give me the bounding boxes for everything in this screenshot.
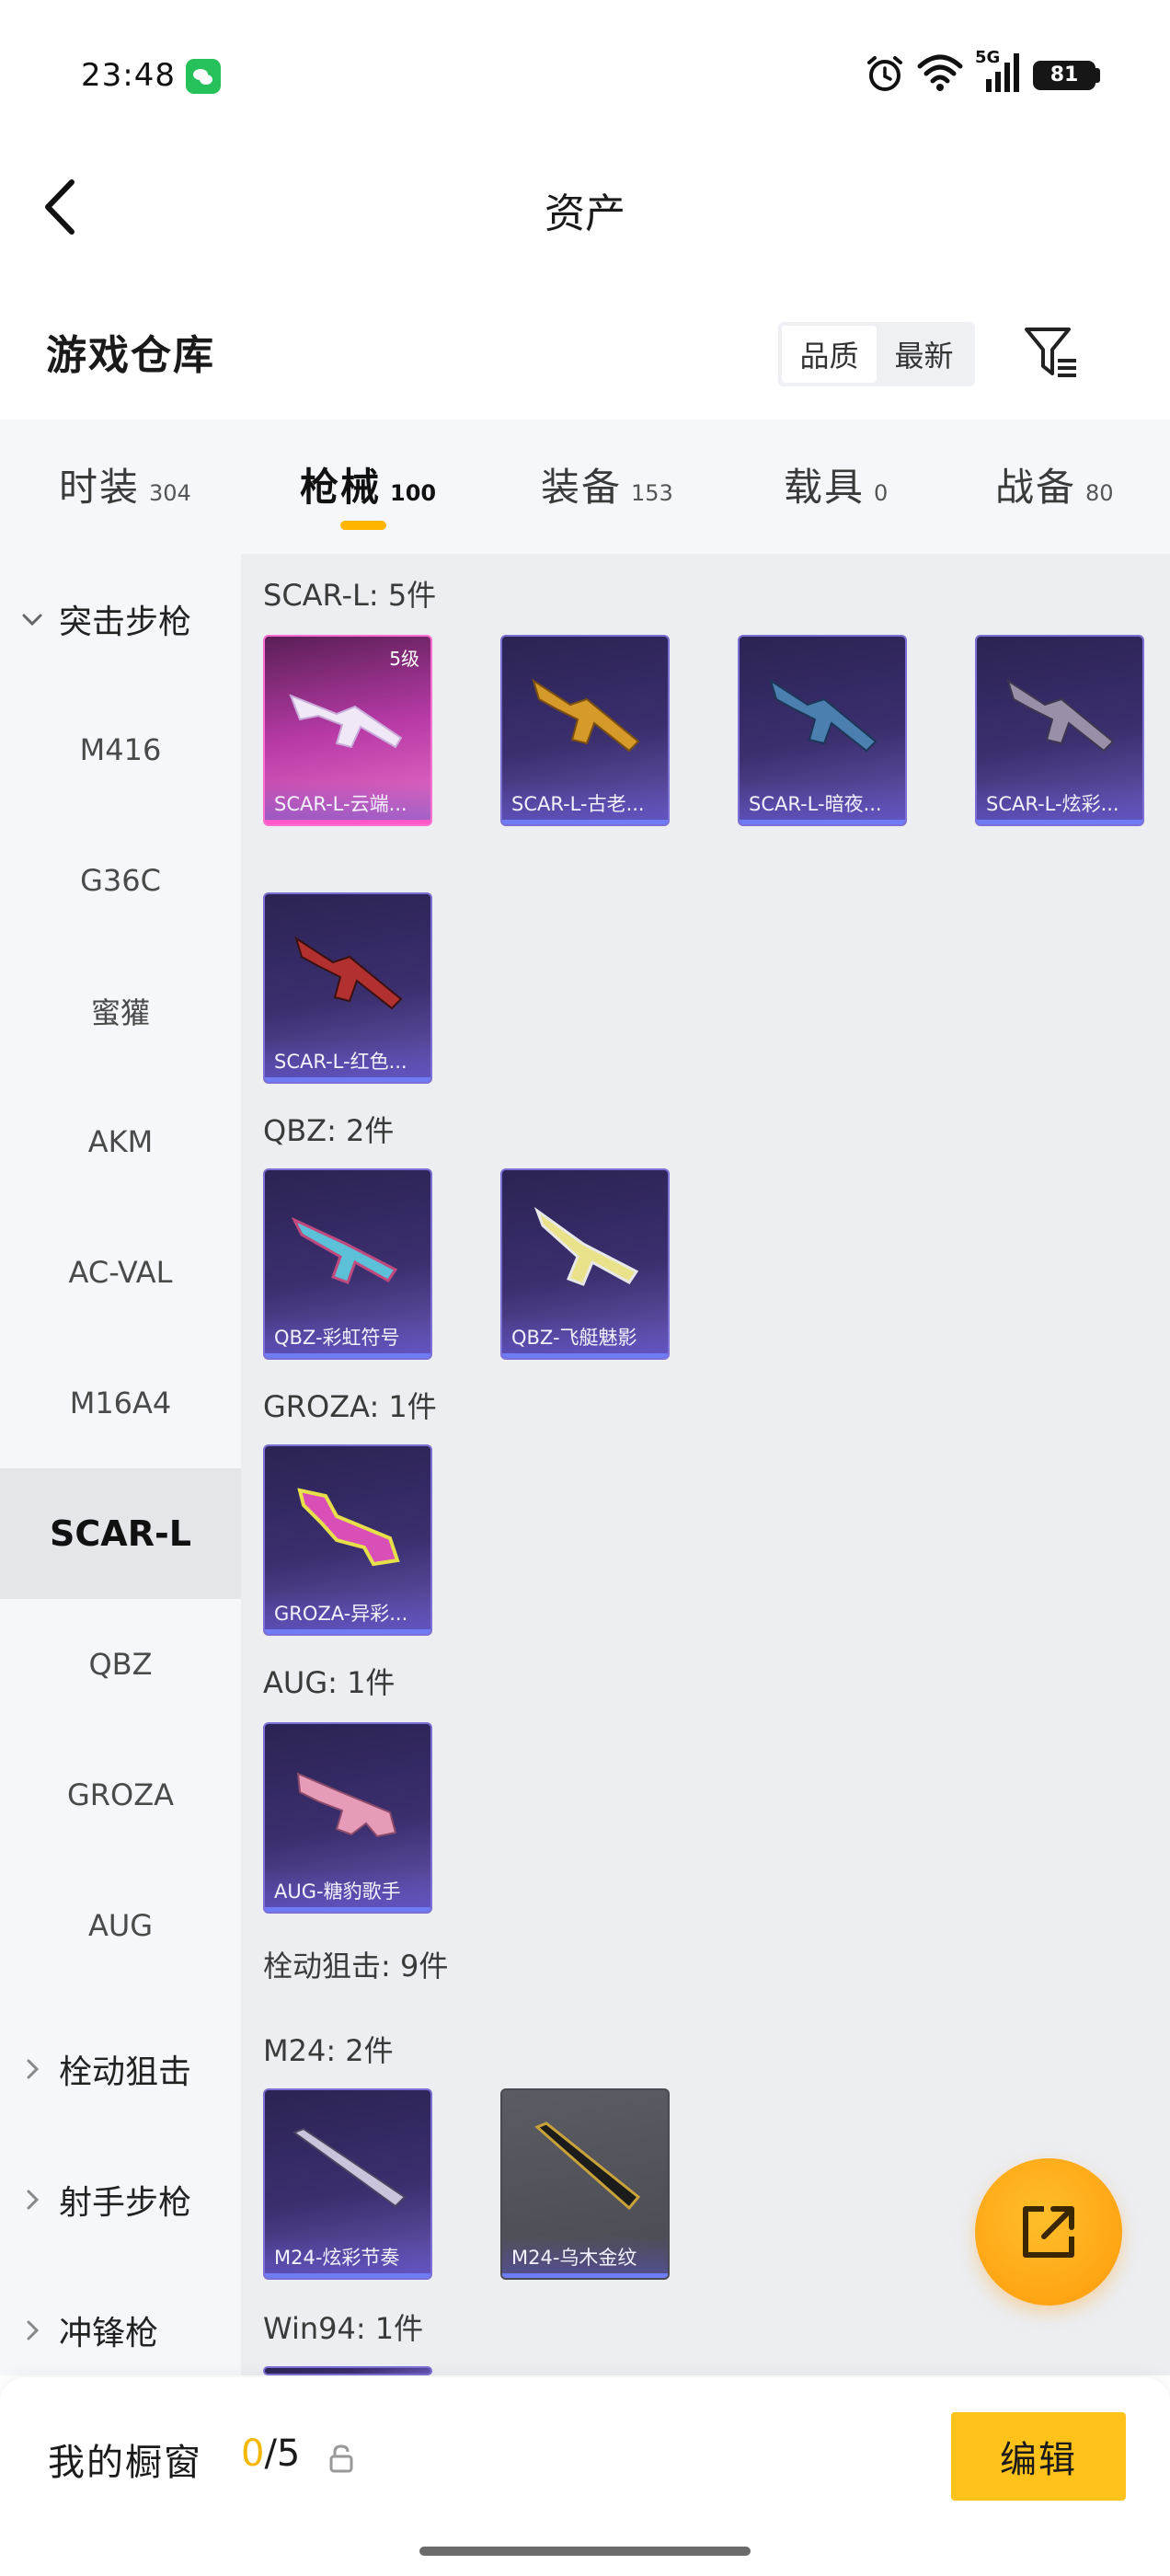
chevron-right-icon — [27, 2059, 40, 2079]
home-indicator — [419, 2547, 751, 2556]
sidebar-group-bolt-action-sniper[interactable]: 栓动狙击 — [0, 2004, 241, 2134]
weapon-card[interactable]: SCAR-L-炫彩... — [975, 635, 1144, 826]
wechat-notification-icon — [186, 59, 221, 94]
section-label-aug: AUG: 1件 — [263, 1665, 396, 1700]
chevron-down-icon — [22, 614, 42, 627]
sidebar-item-akm[interactable]: AKM — [0, 1076, 241, 1207]
weapon-card-name: SCAR-L-炫彩... — [977, 782, 1142, 824]
external-link-icon — [1023, 2206, 1074, 2258]
weapon-card-name: GROZA-异彩... — [265, 1592, 430, 1634]
signal-strength-icon — [986, 53, 1019, 92]
weapon-card[interactable]: GROZA-异彩... — [263, 1444, 432, 1636]
sidebar-item-scar-l[interactable]: SCAR-L — [0, 1468, 241, 1599]
tab-fashion[interactable]: 时装 304 — [59, 456, 191, 512]
sidebar-item-groza[interactable]: GROZA — [0, 1730, 241, 1860]
weapon-card[interactable]: AUG-糖豹歌手 — [263, 1722, 432, 1914]
tab-equipment[interactable]: 装备 153 — [541, 456, 673, 512]
weapon-card-name: QBZ-飞艇魅影 — [502, 1316, 668, 1358]
weapon-card-name: QBZ-彩虹符号 — [265, 1316, 430, 1358]
sidebar-group-smg[interactable]: 冲锋枪 — [0, 2265, 241, 2396]
weapon-card[interactable]: M24-炫彩节奏 — [263, 2088, 432, 2280]
sidebar-item-qbz[interactable]: QBZ — [0, 1599, 241, 1730]
showcase-bottom-bar: 我的橱窗 0/5 编辑 — [0, 2377, 1170, 2576]
status-time: 23:48 — [81, 57, 176, 94]
weapon-card[interactable]: SCAR-L-暗夜... — [738, 635, 907, 826]
wifi-icon — [917, 54, 963, 91]
rifle-skin-icon — [297, 1488, 400, 1567]
battery-indicator: 81 — [1033, 61, 1095, 90]
rifle-skin-icon — [1006, 678, 1115, 753]
sidebar-item-aug[interactable]: AUG — [0, 1860, 241, 1991]
rifle-skin-icon — [769, 678, 878, 753]
sort-by-quality-button[interactable]: 品质 — [782, 326, 877, 383]
weapon-card[interactable]: 5级 SCAR-L-云端... — [263, 635, 432, 826]
category-tabs: 时装 304 枪械 100 装备 153 载具 0 战备 80 — [0, 420, 1170, 554]
tab-vehicles[interactable]: 载具 0 — [784, 456, 888, 512]
weapon-card-name: SCAR-L-红色... — [265, 1040, 430, 1082]
sort-toggle: 品质 最新 — [778, 322, 975, 386]
rifle-skin-icon — [291, 1216, 398, 1284]
sidebar-item-m16a4[interactable]: M16A4 — [0, 1338, 241, 1468]
chevron-right-icon — [27, 2320, 40, 2340]
section-label-win94: Win94: 1件 — [263, 2311, 424, 2346]
page-title: 资产 — [545, 190, 625, 237]
sidebar-group-label: 冲锋枪 — [59, 2315, 159, 2352]
edit-button[interactable]: 编辑 — [951, 2412, 1126, 2501]
warehouse-title: 游戏仓库 — [46, 332, 215, 379]
lock-icon — [329, 2444, 353, 2473]
status-bar: 23:48 5G 81 — [0, 0, 1170, 147]
sidebar-group-label: 突击步枪 — [59, 604, 192, 641]
section-label-groza: GROZA: 1件 — [263, 1389, 437, 1424]
battery-tip — [1095, 68, 1100, 83]
filter-icon[interactable] — [1023, 324, 1080, 381]
sidebar-group-marksman-rifle[interactable]: 射手步枪 — [0, 2134, 241, 2265]
sidebar-item-m416[interactable]: M416 — [0, 684, 241, 815]
weapon-card[interactable]: QBZ-飞艇魅影 — [500, 1168, 670, 1360]
weapon-grid: SCAR-L: 5件 5级 SCAR-L-云端... SCAR-L-古老... … — [241, 554, 1170, 2375]
sidebar-group-label: 栓动狙击 — [59, 2053, 192, 2091]
tab-firearms[interactable]: 枪械 100 — [300, 456, 436, 512]
weapon-card[interactable]: M24-乌木金纹 — [500, 2088, 670, 2280]
rifle-skin-icon — [289, 694, 403, 749]
showcase-label: 我的橱窗 — [48, 2442, 202, 2484]
tab-battle-supplies[interactable]: 战备 80 — [995, 456, 1114, 512]
section-label-bolt-action-sniper: 栓动狙击: 9件 — [263, 1949, 449, 1984]
rifle-skin-icon — [294, 936, 403, 1010]
section-label-m24: M24: 2件 — [263, 2033, 394, 2068]
weapon-card-name: M24-乌木金纹 — [502, 2236, 668, 2278]
section-label-qbz: QBZ: 2件 — [263, 1113, 395, 1148]
weapon-card-name: M24-炫彩节奏 — [265, 2236, 430, 2278]
weapon-card-name: SCAR-L-云端... — [265, 782, 430, 824]
sort-by-newest-button[interactable]: 最新 — [877, 326, 971, 383]
sniper-skin-icon — [292, 2127, 407, 2208]
weapon-card[interactable]: SCAR-L-古老... — [500, 635, 670, 826]
rifle-skin-icon — [532, 678, 640, 753]
sidebar-group-assault-rifle[interactable]: 突击步枪 — [0, 554, 241, 684]
showcase-count: 0/5 — [241, 2432, 301, 2475]
section-label-scar-l: SCAR-L: 5件 — [263, 578, 437, 613]
sniper-skin-icon — [534, 2122, 641, 2211]
sidebar-item-ac-val[interactable]: AC-VAL — [0, 1207, 241, 1338]
weapon-card-name: SCAR-L-暗夜... — [740, 782, 905, 824]
weapon-card-name: SCAR-L-古老... — [502, 782, 668, 824]
chevron-right-icon — [27, 2190, 40, 2210]
sidebar-item-g36c[interactable]: G36C — [0, 815, 241, 946]
active-tab-indicator — [340, 521, 386, 530]
rifle-skin-icon — [296, 1772, 397, 1838]
rifle-skin-icon — [533, 1206, 639, 1286]
weapon-card[interactable] — [263, 2366, 432, 2375]
weapon-card-name: AUG-糖豹歌手 — [265, 1869, 430, 1912]
share-fab-button[interactable] — [975, 2158, 1122, 2306]
sidebar-group-label: 射手步枪 — [59, 2184, 192, 2222]
alarm-icon — [867, 56, 902, 91]
weapon-category-sidebar: 突击步枪 M416 G36C 蜜獾 AKM AC-VAL M16A4 SCAR-… — [0, 554, 241, 2375]
weapon-card[interactable]: QBZ-彩虹符号 — [263, 1168, 432, 1360]
sidebar-item-honey-badger[interactable]: 蜜獾 — [0, 946, 241, 1076]
weapon-card[interactable]: SCAR-L-红色... — [263, 892, 432, 1084]
